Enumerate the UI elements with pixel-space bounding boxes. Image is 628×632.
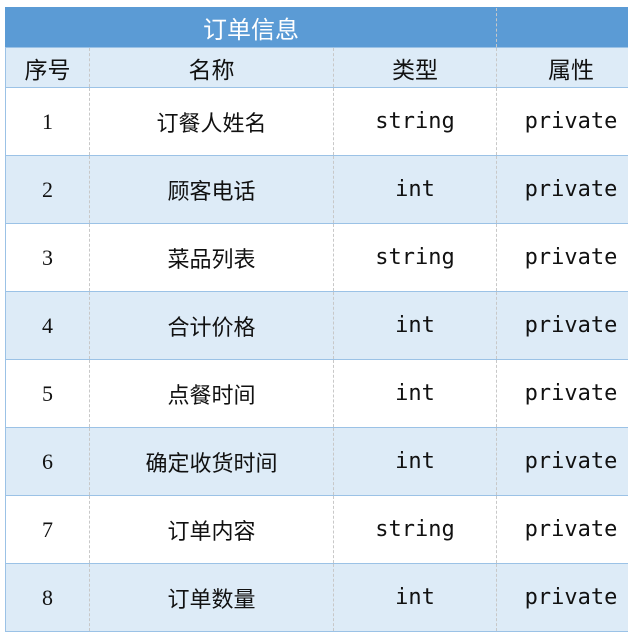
cell-type: int [334,292,497,360]
cell-attribute: private [497,564,628,632]
table-row: 6 确定收货时间 int private [6,428,628,496]
cell-name: 合计价格 [90,292,334,360]
cell-type: string [334,88,497,156]
header-name: 名称 [90,48,334,88]
header-index: 序号 [6,48,90,88]
cell-index: 4 [6,292,90,360]
cell-attribute: private [497,360,628,428]
header-attribute: 属性 [497,48,628,88]
cell-attribute: private [497,224,628,292]
cell-type: int [334,564,497,632]
cell-type: string [334,496,497,564]
table-row: 8 订单数量 int private [6,564,628,632]
table-row: 7 订单内容 string private [6,496,628,564]
cell-type: string [334,224,497,292]
cell-attribute: private [497,428,628,496]
cell-index: 1 [6,88,90,156]
cell-type: int [334,360,497,428]
table-row: 2 顾客电话 int private [6,156,628,224]
order-info-table-container: 订单信息 序号 名称 类型 属性 1 订餐人姓名 string private … [5,7,628,632]
order-info-table: 订单信息 序号 名称 类型 属性 1 订餐人姓名 string private … [5,7,628,632]
cell-name: 菜品列表 [90,224,334,292]
cell-name: 订单数量 [90,564,334,632]
cell-index: 8 [6,564,90,632]
table-row: 3 菜品列表 string private [6,224,628,292]
cell-attribute: private [497,88,628,156]
cell-attribute: private [497,496,628,564]
cell-name: 订单内容 [90,496,334,564]
cell-name: 订餐人姓名 [90,88,334,156]
table-title-empty-cell [497,8,628,48]
cell-name: 点餐时间 [90,360,334,428]
cell-index: 2 [6,156,90,224]
cell-index: 6 [6,428,90,496]
cell-index: 5 [6,360,90,428]
table-title: 订单信息 [6,8,497,48]
cell-name: 顾客电话 [90,156,334,224]
table-row: 1 订餐人姓名 string private [6,88,628,156]
table-header-row: 序号 名称 类型 属性 [6,48,628,88]
cell-name: 确定收货时间 [90,428,334,496]
cell-type: int [334,156,497,224]
cell-attribute: private [497,156,628,224]
table-title-row: 订单信息 [6,8,628,48]
table-row: 5 点餐时间 int private [6,360,628,428]
header-type: 类型 [334,48,497,88]
table-row: 4 合计价格 int private [6,292,628,360]
cell-attribute: private [497,292,628,360]
cell-type: int [334,428,497,496]
cell-index: 7 [6,496,90,564]
cell-index: 3 [6,224,90,292]
